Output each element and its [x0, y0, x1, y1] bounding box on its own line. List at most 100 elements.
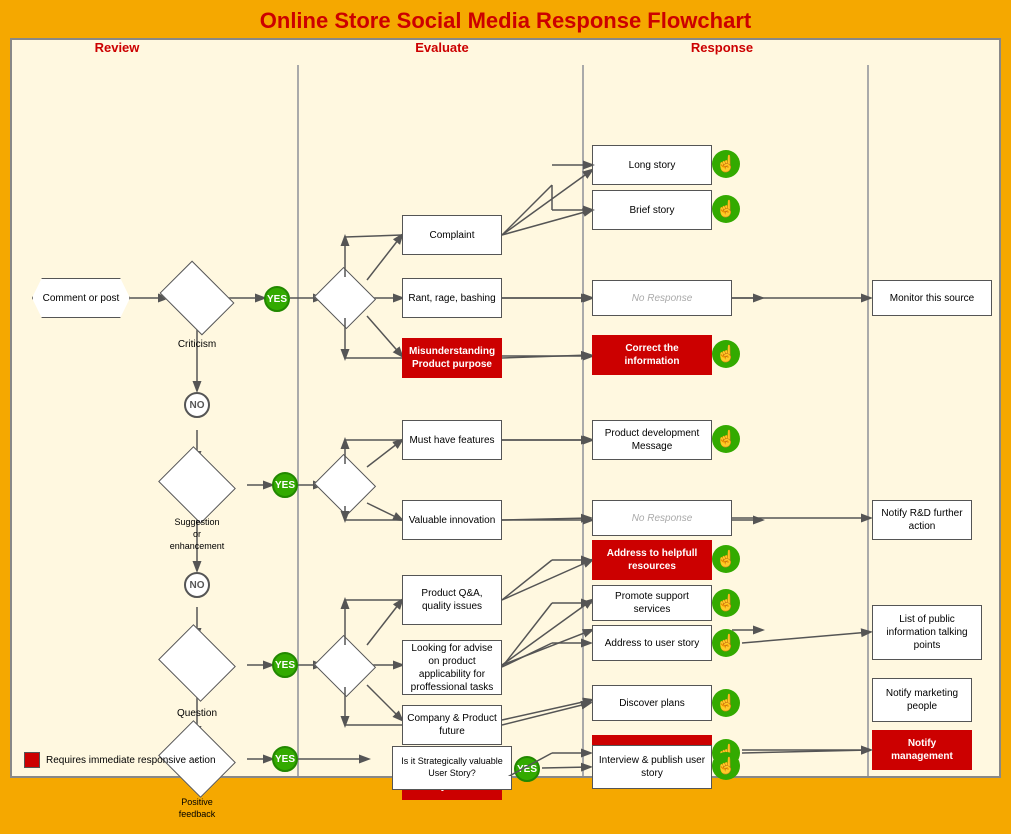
discover-plans-label: Discover plans	[619, 697, 685, 710]
valuable-box: Valuable innovation	[402, 500, 502, 540]
col-header-response: Response	[642, 40, 802, 55]
address-user-box: Address to user story	[592, 625, 712, 661]
notify-marketing-label: Notify marketing people	[878, 687, 966, 713]
misunderstanding-box: Misunderstanding Product purpose	[402, 338, 502, 378]
output-arrows	[12, 40, 999, 776]
chart-area: Review Evaluate Response	[10, 38, 1001, 778]
monitor-box: Monitor this source	[872, 280, 992, 316]
brief-story-label: Brief story	[629, 204, 674, 217]
product-qa-box: Product Q&A, quality issues	[402, 575, 502, 625]
comment-post-node: Comment or post	[32, 278, 130, 318]
criticism-diamond: Criticism	[167, 275, 227, 321]
brief-story-box: Brief story	[592, 190, 712, 230]
no-response-2-box: No Response	[592, 500, 732, 536]
col-header-evaluate: Evaluate	[352, 40, 532, 55]
long-story-label: Long story	[629, 159, 676, 172]
strategically-yes-badge: YES	[514, 756, 540, 782]
col-header-review: Review	[42, 40, 192, 55]
prod-dev-label: Product development Message	[597, 427, 707, 453]
address-helpful-label: Address to helpfull resources	[597, 547, 707, 573]
eval-diamond-3-shape	[314, 635, 376, 697]
discover-plans-hand: ☝	[712, 689, 740, 717]
brief-story-hand: ☝	[712, 195, 740, 223]
criticism-yes-label: YES	[267, 294, 287, 305]
notify-rd-box: Notify R&D further action	[872, 500, 972, 540]
notify-management-label: Notify management	[878, 737, 966, 763]
address-user-hand: ☝	[712, 629, 740, 657]
legend-label: Requires immediate responsive action	[46, 755, 216, 766]
page-title: Online Store Social Media Response Flowc…	[0, 0, 1011, 38]
correct-info-label: Correct the information	[597, 342, 707, 368]
rant-box: Rant, rage, bashing	[402, 278, 502, 318]
criticism-label: Criticism	[167, 321, 227, 367]
suggestion-yes-badge: YES	[272, 472, 298, 498]
positive-yes-badge: YES	[272, 746, 298, 772]
interview-publish-box: Interview & publish user story	[592, 745, 712, 789]
strategically-yes-label: YES	[517, 764, 537, 775]
positive-yes-label: YES	[275, 754, 295, 765]
main-container: Online Store Social Media Response Flowc…	[0, 0, 1011, 787]
prod-dev-hand: ☝	[712, 425, 740, 453]
legend-box	[24, 752, 40, 768]
long-story-box: Long story	[592, 145, 712, 185]
comment-post-label: Comment or post	[43, 292, 120, 305]
positive-label: Positive feedback	[167, 784, 227, 834]
eval-diamond-2-shape	[314, 454, 376, 516]
suggestion-label: Suggestion or enhancement	[167, 510, 227, 560]
criticism-yes-badge: YES	[264, 286, 290, 312]
monitor-label: Monitor this source	[890, 292, 974, 305]
notify-management-box: Notify management	[872, 730, 972, 770]
misunderstanding-label: Misunderstanding Product purpose	[407, 345, 497, 371]
suggestion-no-badge: NO	[184, 572, 210, 598]
interview-publish-label: Interview & publish user story	[597, 754, 707, 780]
list-public-box: List of public information talking point…	[872, 605, 982, 660]
rant-label: Rant, rage, bashing	[408, 292, 495, 305]
address-user-label: Address to user story	[605, 637, 699, 650]
criticism-no-label: NO	[190, 400, 205, 411]
legend: Requires immediate responsive action	[24, 752, 216, 768]
strategically-label: Is it Strategically valuable User Story?	[397, 756, 507, 779]
complaint-label: Complaint	[429, 229, 474, 242]
divider-1	[297, 65, 299, 776]
question-yes-label: YES	[275, 660, 295, 671]
eval-diamond-1	[322, 277, 368, 319]
suggestion-diamond: Suggestion or enhancement	[167, 460, 227, 510]
eval-diamond-1-shape	[314, 267, 376, 329]
correct-info-box: Correct the information	[592, 335, 712, 375]
long-story-hand: ☝	[712, 150, 740, 178]
complaint-box: Complaint	[402, 215, 502, 255]
advise-label: Looking for advise on product applicabil…	[407, 642, 497, 694]
suggestion-no-label: NO	[190, 580, 205, 591]
valuable-label: Valuable innovation	[409, 514, 496, 527]
divider-2	[582, 65, 584, 776]
eval-diamond-2	[322, 464, 368, 506]
notify-marketing-box: Notify marketing people	[872, 678, 972, 722]
company-future-box: Company & Product future	[402, 705, 502, 745]
interview-publish-hand: ☝	[712, 752, 740, 780]
eval-diamond-3	[322, 645, 368, 687]
no-response-1-label: No Response	[632, 292, 693, 305]
promote-support-label: Promote support services	[597, 590, 707, 616]
company-future-label: Company & Product future	[407, 712, 497, 738]
promote-support-hand: ☝	[712, 589, 740, 617]
question-yes-badge: YES	[272, 652, 298, 678]
prod-dev-box: Product development Message	[592, 420, 712, 460]
discover-plans-box: Discover plans	[592, 685, 712, 721]
suggestion-yes-label: YES	[275, 480, 295, 491]
correct-info-hand: ☝	[712, 340, 740, 368]
notify-rd-label: Notify R&D further action	[878, 507, 966, 533]
question-diamond: Question	[167, 638, 227, 688]
arrows-svg	[12, 40, 999, 776]
no-response-2-label: No Response	[632, 512, 693, 525]
divider-3	[867, 65, 869, 776]
promote-support-box: Promote support services	[592, 585, 712, 621]
list-public-label: List of public information talking point…	[878, 613, 976, 652]
no-response-1-box: No Response	[592, 280, 732, 316]
address-helpful-hand: ☝	[712, 545, 740, 573]
advise-box: Looking for advise on product applicabil…	[402, 640, 502, 695]
must-have-box: Must have features	[402, 420, 502, 460]
address-helpful-box: Address to helpfull resources	[592, 540, 712, 580]
product-qa-label: Product Q&A, quality issues	[407, 587, 497, 613]
strategically-box: Is it Strategically valuable User Story?	[392, 746, 512, 790]
criticism-no-badge: NO	[184, 392, 210, 418]
